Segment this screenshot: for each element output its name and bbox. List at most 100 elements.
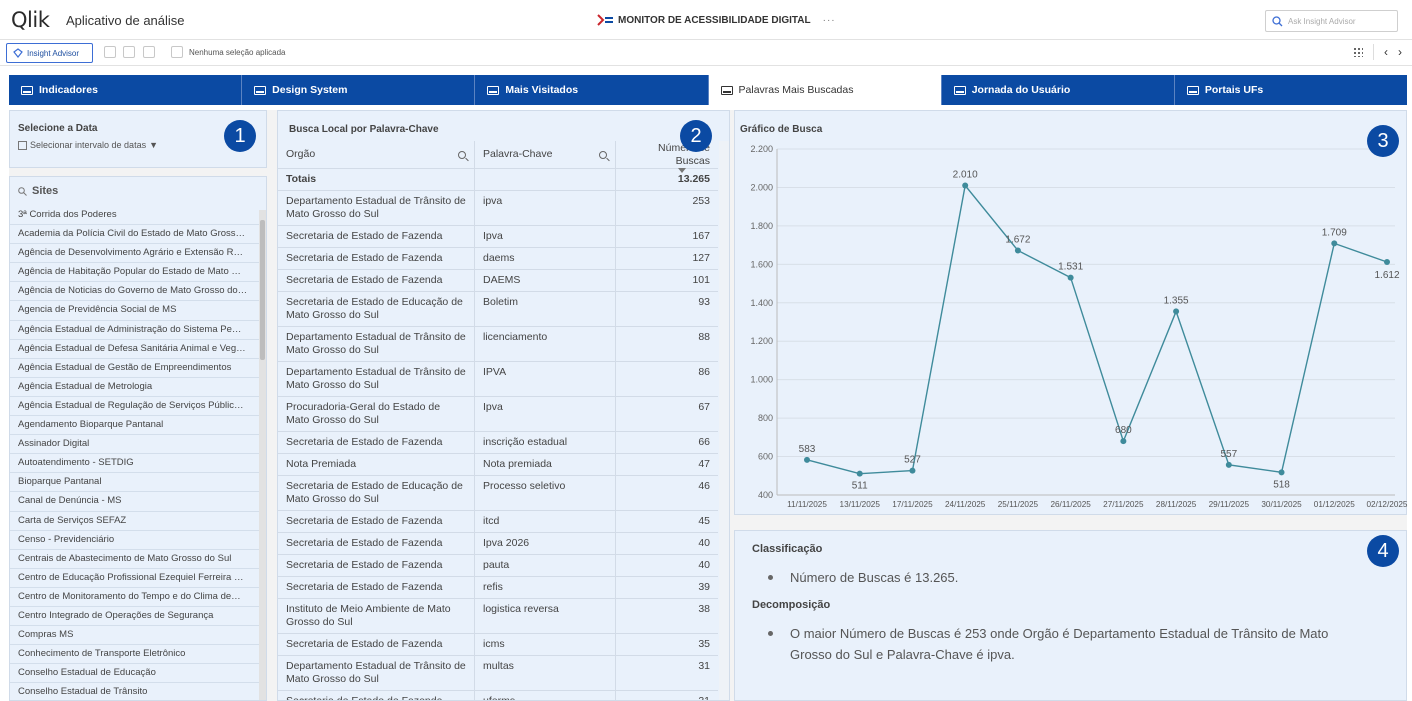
data-point[interactable] — [1014, 247, 1021, 254]
cell-orgao[interactable]: Secretaria de Estado de Fazenda — [278, 577, 474, 598]
sheets-grid-icon[interactable] — [1353, 47, 1363, 57]
qlik-logo[interactable]: Qlik — [11, 8, 50, 32]
cell-numero[interactable]: 167 — [615, 226, 718, 247]
cell-palavra[interactable]: logistica reversa — [474, 599, 615, 633]
cell-numero[interactable]: 40 — [615, 533, 718, 554]
cell-palavra[interactable]: pauta — [474, 555, 615, 576]
table-row[interactable]: Secretaria de Estado de Fazenda inscrição… — [278, 432, 718, 454]
cell-orgao[interactable]: Secretaria de Estado de Fazenda — [278, 270, 474, 291]
cell-numero[interactable]: 47 — [615, 454, 718, 475]
cell-palavra[interactable]: refis — [474, 577, 615, 598]
table-row[interactable]: Nota Premiada Nota premiada 47 — [278, 454, 718, 476]
cell-palavra[interactable]: itcd — [474, 511, 615, 532]
smart-search-icon[interactable] — [104, 46, 116, 58]
cell-numero[interactable]: 127 — [615, 248, 718, 269]
next-sheet-button[interactable]: › — [1398, 45, 1402, 59]
site-list-item[interactable]: Agência de Desenvolvimento Agrário e Ext… — [10, 244, 260, 264]
site-list-item[interactable]: Compras MS — [10, 626, 260, 646]
cell-palavra[interactable]: icms — [474, 634, 615, 655]
insight-advisor-button[interactable]: Insight Advisor — [6, 43, 93, 63]
cell-palavra[interactable]: Ipva — [474, 226, 615, 247]
cell-orgao[interactable]: Secretaria de Estado de Fazenda — [278, 691, 474, 700]
col-header-palavra[interactable]: Palavra-Chave — [474, 141, 615, 168]
site-list-item[interactable]: Agência de Noticias do Governo de Mato G… — [10, 282, 260, 302]
data-point[interactable] — [962, 182, 969, 189]
previous-sheet-button[interactable]: ‹ — [1384, 45, 1388, 59]
site-list-item[interactable]: Agência Estadual de Administração do Sis… — [10, 321, 260, 340]
ask-insight-search-input[interactable]: Ask Insight Advisor — [1265, 10, 1398, 32]
cell-orgao[interactable]: Departamento Estadual de Trânsito de Mat… — [278, 656, 474, 690]
site-list-item[interactable]: Agência de Habitação Popular do Estado d… — [10, 263, 260, 283]
cell-palavra[interactable]: inscrição estadual — [474, 432, 615, 453]
site-list-item[interactable]: Academia da Polícia Civil do Estado de M… — [10, 225, 260, 245]
site-list-item[interactable]: Centrais de Abastecimento de Mato Grosso… — [10, 550, 260, 569]
cell-palavra[interactable]: licenciamento — [474, 327, 615, 361]
table-row[interactable]: Secretaria de Estado de Fazenda itcd 45 — [278, 511, 718, 533]
site-list-item[interactable]: Conhecimento de Transporte Eletrônico — [10, 645, 260, 665]
cell-orgao[interactable]: Secretaria de Estado de Fazenda — [278, 226, 474, 247]
data-point[interactable] — [804, 456, 810, 463]
data-point[interactable] — [1384, 259, 1390, 266]
tab-jornada-do-usuario[interactable]: Jornada do Usuário — [942, 75, 1175, 105]
tab-design-system[interactable]: Design System — [242, 75, 476, 105]
tab-mais-visitados[interactable]: Mais Visitados — [475, 75, 709, 105]
cell-palavra[interactable]: daems — [474, 248, 615, 269]
data-point[interactable] — [1331, 240, 1338, 247]
cell-numero[interactable]: 67 — [615, 397, 718, 431]
site-list-item[interactable]: 3ª Corrida dos Poderes — [10, 206, 260, 226]
cell-palavra[interactable]: Ipva — [474, 397, 615, 431]
data-point[interactable] — [1278, 469, 1285, 476]
data-point[interactable] — [1173, 308, 1180, 315]
site-list-item[interactable]: Agência Estadual de Defesa Sanitária Ani… — [10, 340, 260, 359]
date-range-picker[interactable]: Selecionar intervalo de datas ▼ — [18, 140, 158, 150]
table-row[interactable]: Departamento Estadual de Trânsito de Mat… — [278, 191, 718, 226]
table-row[interactable]: Departamento Estadual de Trânsito de Mat… — [278, 327, 718, 362]
table-row[interactable]: Procuradoria-Geral do Estado de Mato Gro… — [278, 397, 718, 432]
site-list-item[interactable]: Canal de Denúncia - MS — [10, 492, 260, 512]
cell-palavra[interactable]: IPVA — [474, 362, 615, 396]
cell-numero[interactable]: 45 — [615, 511, 718, 532]
cell-orgao[interactable]: Secretaria de Estado de Fazenda — [278, 248, 474, 269]
cell-orgao[interactable]: Secretaria de Estado de Fazenda — [278, 533, 474, 554]
cell-numero[interactable]: 39 — [615, 577, 718, 598]
cell-numero[interactable]: 40 — [615, 555, 718, 576]
cell-numero[interactable]: 35 — [615, 634, 718, 655]
cell-palavra[interactable]: multas — [474, 656, 615, 690]
col-header-orgao[interactable]: Orgão — [278, 141, 474, 168]
sort-desc-icon[interactable] — [678, 168, 686, 173]
more-options-icon[interactable]: ··· — [823, 15, 836, 26]
cell-orgao[interactable]: Secretaria de Estado de Educação de Mato… — [278, 292, 474, 326]
site-list-item[interactable]: Agendamento Bioparque Pantanal — [10, 416, 260, 436]
table-row[interactable]: Secretaria de Estado de Fazenda icms 35 — [278, 634, 718, 656]
cell-orgao[interactable]: Secretaria de Estado de Fazenda — [278, 555, 474, 576]
data-point[interactable] — [909, 467, 916, 474]
search-icon[interactable] — [599, 150, 607, 159]
cell-numero[interactable]: 46 — [615, 476, 718, 510]
site-list-item[interactable]: Agência Estadual de Metrologia — [10, 378, 260, 397]
cell-palavra[interactable]: Processo seletivo — [474, 476, 615, 510]
cell-palavra[interactable]: DAEMS — [474, 270, 615, 291]
site-list-item[interactable]: Centro de Educação Profissional Ezequiel… — [10, 569, 260, 588]
cell-numero[interactable]: 93 — [615, 292, 718, 326]
cell-orgao[interactable]: Nota Premiada — [278, 454, 474, 475]
cell-palavra[interactable]: Boletim — [474, 292, 615, 326]
table-row[interactable]: Secretaria de Estado de Educação de Mato… — [278, 292, 718, 327]
site-list-item[interactable]: Centro de Monitoramento do Tempo e do Cl… — [10, 588, 260, 607]
cell-palavra[interactable]: uferms — [474, 691, 615, 700]
site-list-item[interactable]: Censo - Previdenciário — [10, 531, 260, 550]
step-forward-icon[interactable] — [143, 46, 155, 58]
cell-orgao[interactable]: Secretaria de Estado de Fazenda — [278, 432, 474, 453]
cell-numero[interactable]: 88 — [615, 327, 718, 361]
line-chart[interactable]: 400 600 800 1.000 1.200 1.400 1.600 1.800 2.000 2… — [735, 111, 1408, 516]
cell-numero[interactable]: 38 — [615, 599, 718, 633]
site-list-item[interactable]: Centro Integrado de Operações de Seguran… — [10, 607, 260, 627]
site-list-item[interactable]: Autoatendimento - SETDIG — [10, 454, 260, 474]
table-row[interactable]: Secretaria de Estado de Fazenda Ipva 2026… — [278, 533, 718, 555]
step-back-icon[interactable] — [123, 46, 135, 58]
cell-orgao[interactable]: Departamento Estadual de Trânsito de Mat… — [278, 191, 474, 225]
site-list-item[interactable]: Carta de Serviços SEFAZ — [10, 512, 260, 531]
cell-orgao[interactable]: Instituto de Meio Ambiente de Mato Gross… — [278, 599, 474, 633]
cell-orgao[interactable]: Secretaria de Estado de Educação de Mato… — [278, 476, 474, 510]
cell-numero[interactable]: 86 — [615, 362, 718, 396]
site-list-item[interactable]: Agência Estadual de Regulação de Serviço… — [10, 397, 260, 417]
